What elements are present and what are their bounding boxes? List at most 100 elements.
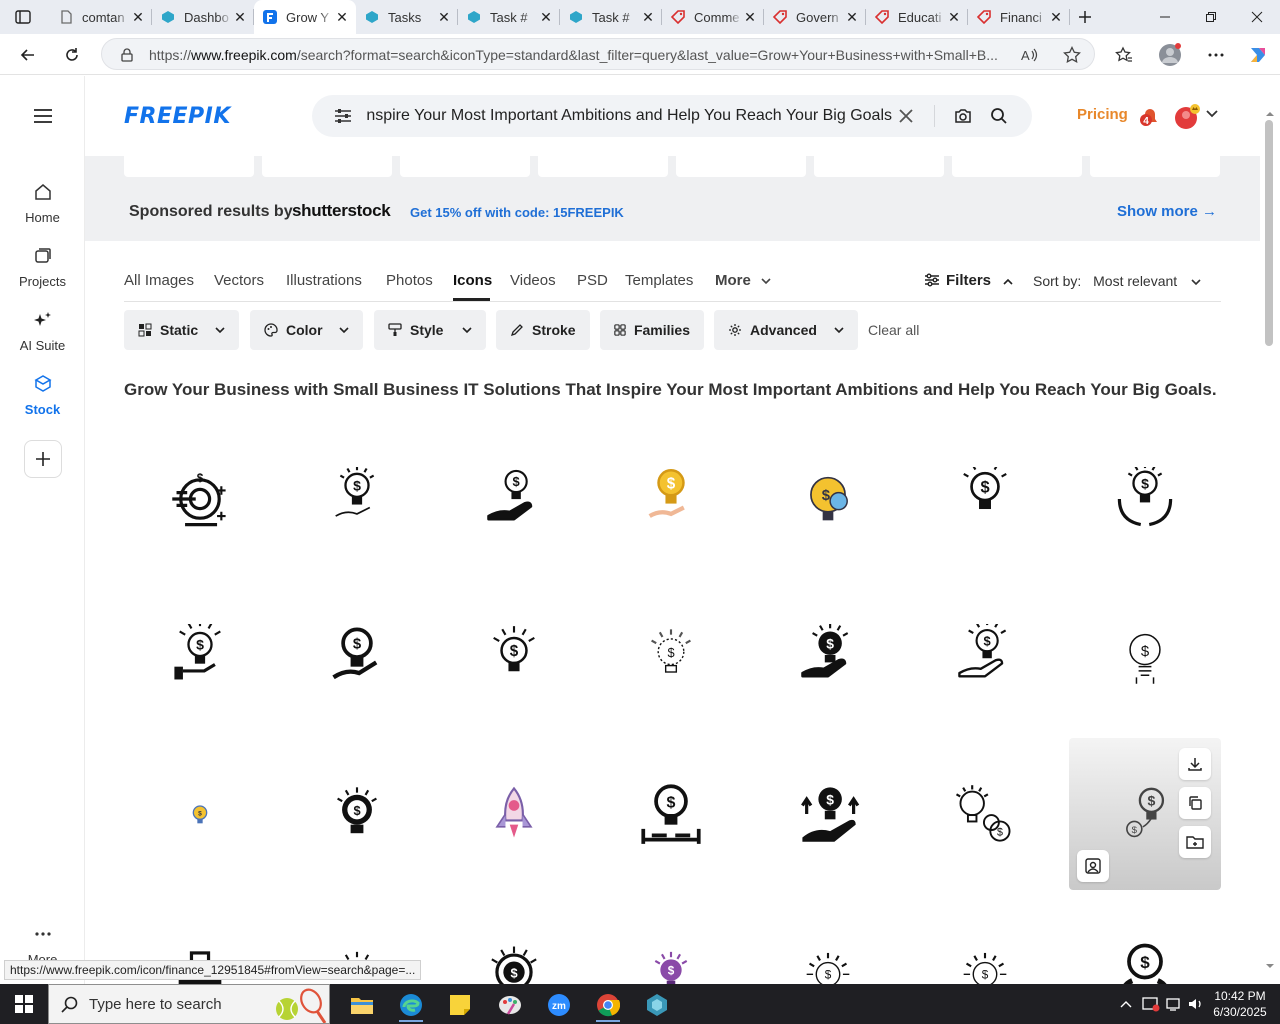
browser-tab[interactable]: Financi ✕ <box>968 0 1070 34</box>
filters-toggle[interactable]: Filters <box>924 272 1013 289</box>
icon-result-card[interactable]: $ <box>1069 894 1221 1000</box>
refresh-button[interactable] <box>57 40 87 70</box>
add-button[interactable] <box>24 440 62 478</box>
browser-tab[interactable]: Govern ✕ <box>764 0 866 34</box>
scrollbar-thumb[interactable] <box>1265 120 1273 346</box>
icon-result-card[interactable]: $ <box>281 580 433 732</box>
show-more-link[interactable]: Show more → <box>1117 203 1217 220</box>
shutterstock-logo[interactable]: shutterstock <box>292 201 391 221</box>
taskbar-search[interactable]: Type here to search <box>48 984 330 1024</box>
pricing-link[interactable]: Pricing <box>1077 106 1128 123</box>
browser-tab[interactable]: Educati ✕ <box>866 0 968 34</box>
search-bar[interactable]: Grow Your Business with Small Business I… <box>312 95 1032 137</box>
tab-close-icon[interactable]: ✕ <box>1048 9 1064 25</box>
clear-search-icon[interactable] <box>896 106 916 126</box>
sort-dropdown[interactable]: Sort by: Most relevant <box>1033 273 1201 289</box>
tab-close-icon[interactable]: ✕ <box>946 9 962 25</box>
icon-result-card[interactable]: $ <box>752 423 904 575</box>
icon-result-card[interactable]: $ <box>124 423 276 575</box>
freepik-logo[interactable]: FREEPIK <box>124 104 231 129</box>
tab-more[interactable]: More <box>715 272 771 289</box>
settings-more-icon[interactable] <box>1201 40 1231 70</box>
icon-result-card[interactable]: $ <box>438 580 590 732</box>
browser-tab[interactable]: Grow Y ✕ <box>254 0 356 34</box>
favorites-icon[interactable] <box>1109 40 1139 70</box>
sponsored-thumb[interactable] <box>1090 156 1220 177</box>
filter-style[interactable]: Style <box>374 310 486 350</box>
site-info-icon[interactable] <box>117 45 137 65</box>
browser-tab[interactable]: Task # ✕ <box>458 0 560 34</box>
rail-menu-icon[interactable] <box>0 104 85 128</box>
icon-result-card[interactable]: $ <box>909 894 1061 987</box>
file-explorer-icon[interactable] <box>342 988 382 1022</box>
icon-result-card[interactable]: $ <box>909 738 1061 890</box>
icon-result-card[interactable]: $ $ <box>1069 738 1221 890</box>
minimize-button[interactable] <box>1142 0 1188 34</box>
browser-tab[interactable]: Tasks ✕ <box>356 0 458 34</box>
tab-videos[interactable]: Videos <box>510 272 556 289</box>
page-scrollbar[interactable] <box>1260 110 1280 984</box>
tab-close-icon[interactable]: ✕ <box>640 9 656 25</box>
tab-illustrations[interactable]: Illustrations <box>286 272 362 289</box>
scroll-down-icon[interactable] <box>1265 962 1275 970</box>
filter-stroke[interactable]: Stroke <box>496 310 590 350</box>
icon-result-card[interactable]: $ <box>595 894 747 988</box>
copilot-icon[interactable] <box>1243 40 1273 70</box>
network-icon[interactable] <box>1164 994 1184 1014</box>
chrome-icon[interactable] <box>588 988 628 1022</box>
edge-icon[interactable] <box>391 988 431 1022</box>
tab-close-icon[interactable]: ✕ <box>742 9 758 25</box>
tab-vectors[interactable]: Vectors <box>214 272 264 289</box>
icon-result-card[interactable]: $ <box>595 423 747 575</box>
paint-icon[interactable] <box>490 988 530 1022</box>
tab-templates[interactable]: Templates <box>625 272 693 289</box>
close-window-button[interactable] <box>1234 0 1280 34</box>
browser-tab[interactable]: Comme ✕ <box>662 0 764 34</box>
icon-result-card[interactable]: $ <box>438 423 590 575</box>
security-icon[interactable] <box>1141 994 1161 1014</box>
rail-item-stock[interactable]: Stock <box>0 372 85 417</box>
similar-image-icon[interactable] <box>1077 850 1109 882</box>
rail-item-ai-suite[interactable]: AI Suite <box>0 308 85 353</box>
tab-close-icon[interactable]: ✕ <box>844 9 860 25</box>
favorite-star-icon[interactable] <box>1062 45 1082 65</box>
icon-result-card[interactable]: $ <box>281 738 433 890</box>
sticky-notes-icon[interactable] <box>440 988 480 1022</box>
app-icon[interactable] <box>637 988 677 1022</box>
search-input[interactable]: Grow Your Business with Small Business I… <box>366 107 892 125</box>
search-icon[interactable] <box>989 106 1009 126</box>
tab-icons[interactable]: Icons <box>453 272 492 289</box>
tab-psd[interactable]: PSD <box>577 272 608 289</box>
tab-close-icon[interactable]: ✕ <box>334 9 350 25</box>
tray-overflow-chevron-icon[interactable] <box>1116 994 1136 1014</box>
icon-result-card[interactable]: $ <box>909 580 1061 732</box>
folder-add-icon[interactable] <box>1179 826 1211 858</box>
icon-result-card[interactable]: $ <box>124 580 276 732</box>
camera-search-icon[interactable] <box>953 106 973 126</box>
icon-result-card[interactable]: $ <box>1069 580 1221 732</box>
sponsored-thumb[interactable] <box>262 156 392 177</box>
icon-result-card[interactable]: $ <box>595 580 747 732</box>
icon-result-card[interactable]: $ <box>1069 423 1221 575</box>
filter-advanced[interactable]: Advanced <box>714 310 858 350</box>
sponsored-thumb[interactable] <box>124 156 254 177</box>
icon-result-card[interactable]: $ <box>752 894 904 987</box>
browser-tab[interactable]: comtan ✕ <box>50 0 152 34</box>
browser-tab[interactable]: Dashbo ✕ <box>152 0 254 34</box>
icon-result-card[interactable]: $ <box>752 580 904 732</box>
scroll-up-icon[interactable] <box>1265 110 1275 118</box>
rail-item-home[interactable]: Home <box>0 180 85 225</box>
taskbar-clock[interactable]: 10:42 PM 6/30/2025 <box>1208 988 1272 1020</box>
profile-avatar[interactable] <box>1155 40 1185 70</box>
filter-color[interactable]: Color <box>250 310 363 350</box>
tab-actions-icon[interactable] <box>10 7 36 27</box>
tab-close-icon[interactable]: ✕ <box>538 9 554 25</box>
copy-icon[interactable] <box>1179 787 1211 819</box>
clear-all-link[interactable]: Clear all <box>868 322 919 338</box>
notifications-icon[interactable]: 4 <box>1139 106 1161 128</box>
icon-result-card[interactable]: $ <box>752 738 904 890</box>
sponsored-thumb[interactable] <box>952 156 1082 177</box>
icon-result-card[interactable]: $ <box>909 423 1061 575</box>
icon-result-card[interactable]: $ <box>438 894 590 991</box>
account-chevron-down-icon[interactable] <box>1206 110 1220 124</box>
